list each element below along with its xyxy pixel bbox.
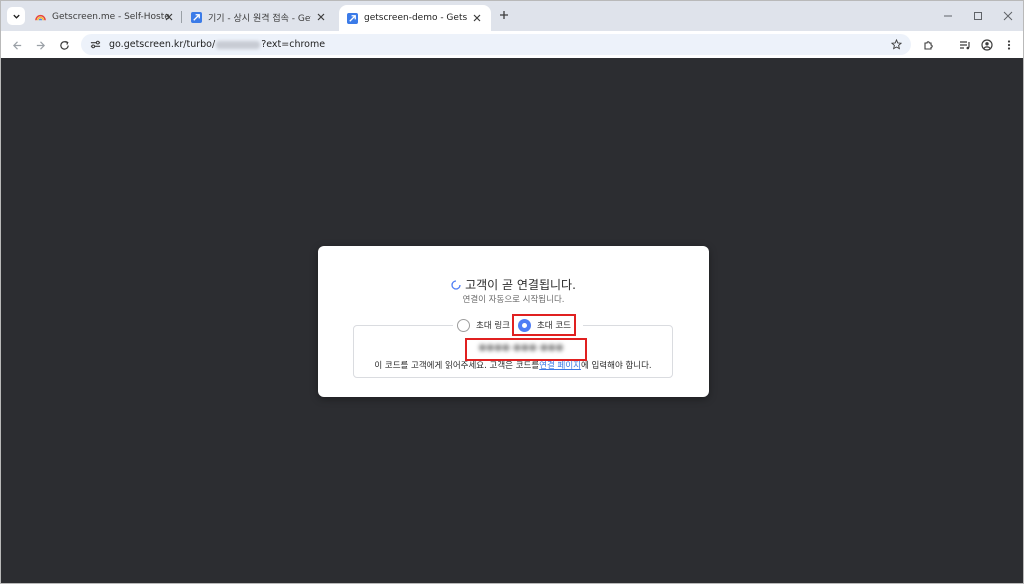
invite-code-redacted: ●●●●-●●●-●●●	[478, 343, 564, 353]
profile-button[interactable]	[979, 37, 995, 53]
instruction-text-before: 이 코드를 고객에게 읽어주세요. 고객은 코드를	[374, 361, 540, 371]
minimize-button[interactable]	[941, 9, 955, 23]
reload-icon	[59, 40, 69, 50]
tab-devices[interactable]: 기기 - 상시 원격 접속 - Getscr	[183, 5, 335, 29]
tab-getscreen-selfhosted[interactable]: Getscreen.me - Self-Hosted - I	[27, 5, 177, 29]
dialog-instruction: 이 코드를 고객에게 읽어주세요. 고객은 코드를연결 페이지에 입력해야 합니…	[353, 359, 673, 371]
close-icon	[1003, 11, 1013, 21]
tab-title: Getscreen.me - Self-Hosted - I	[52, 12, 169, 22]
window-close-button[interactable]	[1001, 9, 1015, 23]
plus-icon	[500, 11, 508, 19]
radio-unchecked-icon[interactable]	[457, 318, 470, 332]
queue-music-icon	[960, 41, 970, 50]
invite-type-radio-group: 초대 링크 초대 코드	[453, 316, 583, 334]
radio-invite-code[interactable]: 초대 코드	[517, 318, 571, 332]
close-icon[interactable]	[315, 11, 327, 23]
getscreen-favicon-icon	[191, 11, 202, 23]
extensions-button[interactable]	[921, 37, 937, 53]
connect-page-link[interactable]: 연결 페이지	[539, 361, 581, 371]
radio-checked-icon[interactable]	[517, 318, 531, 332]
site-info-icon[interactable]	[89, 39, 101, 51]
new-tab-button[interactable]	[497, 8, 511, 22]
url-text: go.getscreen.kr/turbo/ ?ext=chrome	[109, 39, 325, 50]
url-suffix: ?ext=chrome	[261, 39, 326, 50]
close-icon[interactable]	[163, 11, 175, 23]
back-button[interactable]	[9, 37, 25, 53]
forward-button[interactable]	[32, 37, 48, 53]
tab-title: getscreen-demo - Getscreen.m	[364, 13, 467, 23]
instruction-text-after: 에 입력해야 합니다.	[580, 361, 652, 371]
connection-dialog: 고객이 곧 연결됩니다. 연결이 자동으로 시작됩니다. 초대 링크 초대 코드…	[318, 246, 709, 397]
dialog-title-text: 고객이 곧 연결됩니다.	[465, 278, 576, 292]
bookmark-star-button[interactable]	[889, 37, 903, 51]
page-viewport: 고객이 곧 연결됩니다. 연결이 자동으로 시작됩니다. 초대 링크 초대 코드…	[1, 58, 1023, 583]
tab-title: 기기 - 상시 원격 접속 - Getscr	[208, 13, 311, 24]
maximize-button[interactable]	[971, 9, 985, 23]
loading-spinner-icon	[451, 279, 461, 290]
arrow-right-icon	[36, 40, 45, 50]
tab-getscreen-demo[interactable]: getscreen-demo - Getscreen.m	[339, 5, 491, 31]
radio-invite-link-label: 초대 링크	[476, 321, 510, 331]
url-prefix: go.getscreen.kr/turbo/	[109, 39, 216, 50]
close-icon[interactable]	[471, 12, 483, 24]
address-bar[interactable]: go.getscreen.kr/turbo/ ?ext=chrome	[81, 34, 911, 55]
dialog-title: 고객이 곧 연결됩니다.	[318, 276, 709, 293]
arrow-left-icon	[12, 40, 21, 50]
account-icon	[981, 39, 993, 51]
getscreen-favicon-icon	[347, 12, 358, 24]
menu-button[interactable]	[1001, 37, 1017, 53]
tab-search-button[interactable]	[7, 7, 25, 25]
star-icon	[890, 38, 902, 50]
minimize-icon	[944, 15, 952, 17]
tab-strip: Getscreen.me - Self-Hosted - I 기기 - 상시 원…	[1, 1, 1023, 31]
maximize-icon	[974, 12, 982, 20]
radio-invite-link[interactable]: 초대 링크	[457, 318, 510, 332]
redacted-url-segment	[216, 40, 261, 49]
tab-separator	[181, 11, 182, 23]
rainbow-favicon-icon	[35, 12, 46, 23]
reload-button[interactable]	[56, 37, 72, 53]
chevron-down-icon	[12, 14, 20, 19]
browser-window: Getscreen.me - Self-Hosted - I 기기 - 상시 원…	[0, 0, 1024, 584]
media-controls-button[interactable]	[957, 37, 973, 53]
browser-toolbar: go.getscreen.kr/turbo/ ?ext=chrome	[1, 31, 1023, 58]
puzzle-icon	[924, 41, 933, 50]
radio-invite-code-label: 초대 코드	[536, 321, 571, 331]
dialog-subtitle: 연결이 자동으로 시작됩니다.	[462, 295, 565, 305]
more-vertical-icon	[1007, 40, 1011, 50]
